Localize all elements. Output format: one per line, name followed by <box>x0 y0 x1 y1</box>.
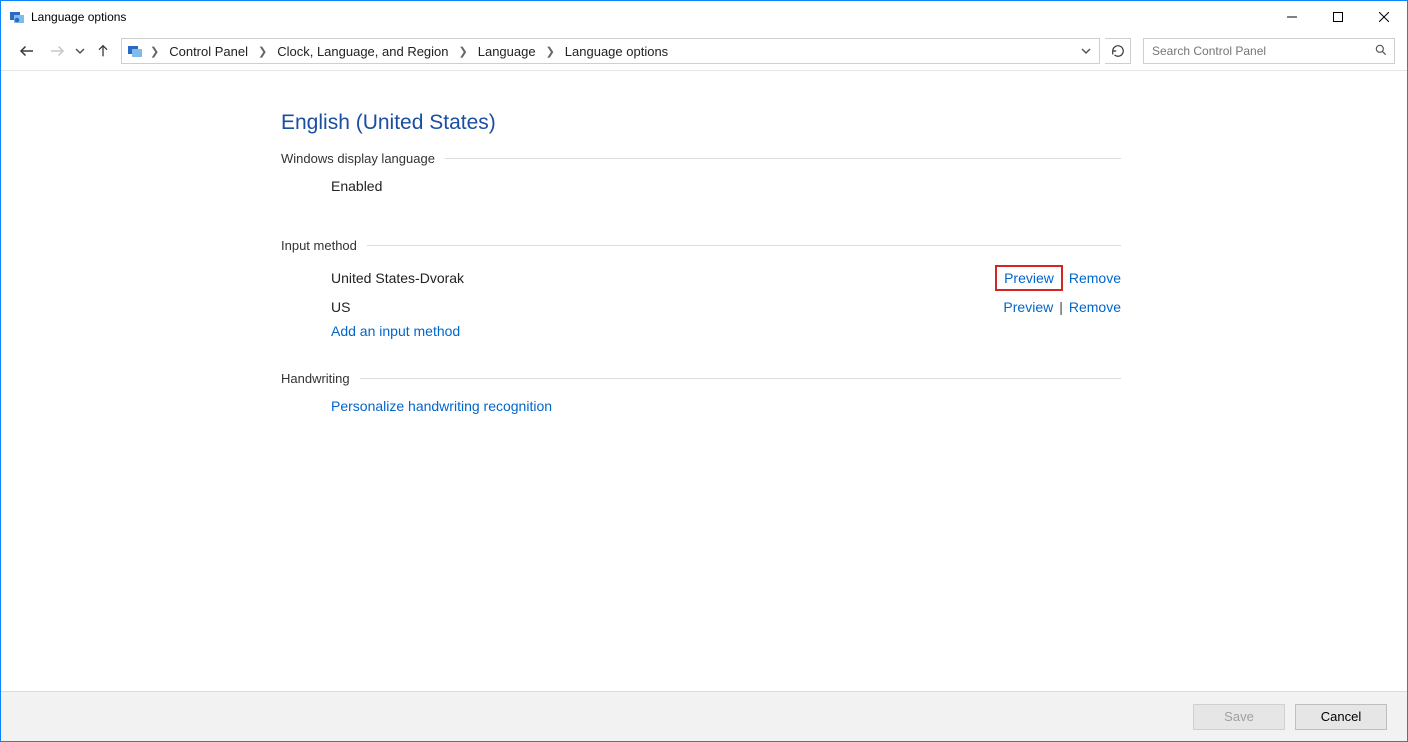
divider <box>445 158 1121 159</box>
chevron-right-icon[interactable]: ❯ <box>148 45 161 58</box>
input-method-row: US Preview | Remove <box>281 295 1121 319</box>
section-input-method: Input method United States-Dvorak Previe… <box>281 238 1121 343</box>
search-input[interactable] <box>1150 43 1374 59</box>
separator: | <box>1059 299 1063 315</box>
divider <box>360 378 1121 379</box>
remove-link[interactable]: Remove <box>1069 299 1121 315</box>
input-method-row: United States-Dvorak Preview Remove <box>281 261 1121 295</box>
breadcrumb-item[interactable]: Clock, Language, and Region <box>273 44 452 59</box>
action-bar: Save Cancel <box>1 691 1407 741</box>
search-icon[interactable] <box>1374 43 1388 60</box>
breadcrumb-item: Language options <box>561 44 672 59</box>
address-bar[interactable]: ❯ Control Panel ❯ Clock, Language, and R… <box>121 38 1100 64</box>
search-box[interactable] <box>1143 38 1395 64</box>
section-header-label: Input method <box>281 238 357 253</box>
personalize-handwriting-link[interactable]: Personalize handwriting recognition <box>331 398 552 414</box>
up-button[interactable] <box>91 39 115 63</box>
section-header-label: Handwriting <box>281 371 350 386</box>
maximize-button[interactable] <box>1315 1 1361 32</box>
preview-link[interactable]: Preview <box>995 265 1063 291</box>
input-method-name: United States-Dvorak <box>331 270 464 286</box>
breadcrumb-item[interactable]: Control Panel <box>165 44 252 59</box>
divider <box>367 245 1121 246</box>
close-button[interactable] <box>1361 1 1407 32</box>
save-button[interactable]: Save <box>1193 704 1285 730</box>
cancel-button[interactable]: Cancel <box>1295 704 1387 730</box>
app-icon <box>9 9 25 25</box>
back-button[interactable] <box>15 39 39 63</box>
refresh-button[interactable] <box>1105 38 1131 64</box>
window-controls <box>1269 1 1407 32</box>
recent-locations-dropdown[interactable] <box>75 46 85 56</box>
chevron-right-icon[interactable]: ❯ <box>457 45 470 58</box>
preview-link[interactable]: Preview <box>1003 299 1053 315</box>
display-language-status: Enabled <box>331 178 382 194</box>
chevron-right-icon[interactable]: ❯ <box>256 45 269 58</box>
remove-link[interactable]: Remove <box>1069 270 1121 286</box>
address-dropdown[interactable] <box>1081 44 1095 59</box>
title-bar: Language options <box>1 1 1407 32</box>
navigation-bar: ❯ Control Panel ❯ Clock, Language, and R… <box>1 32 1407 70</box>
forward-button[interactable] <box>45 39 69 63</box>
section-display-language: Windows display language Enabled <box>281 151 1121 198</box>
breadcrumb-item[interactable]: Language <box>474 44 540 59</box>
section-handwriting: Handwriting Personalize handwriting reco… <box>281 371 1121 418</box>
page-title: English (United States) <box>281 111 1121 135</box>
chevron-right-icon[interactable]: ❯ <box>544 45 557 58</box>
minimize-button[interactable] <box>1269 1 1315 32</box>
content-area: English (United States) Windows display … <box>1 70 1407 691</box>
control-panel-icon <box>126 43 144 59</box>
add-input-method-link[interactable]: Add an input method <box>331 323 460 339</box>
input-method-name: US <box>331 299 350 315</box>
section-header-label: Windows display language <box>281 151 435 166</box>
window-title: Language options <box>31 10 126 24</box>
